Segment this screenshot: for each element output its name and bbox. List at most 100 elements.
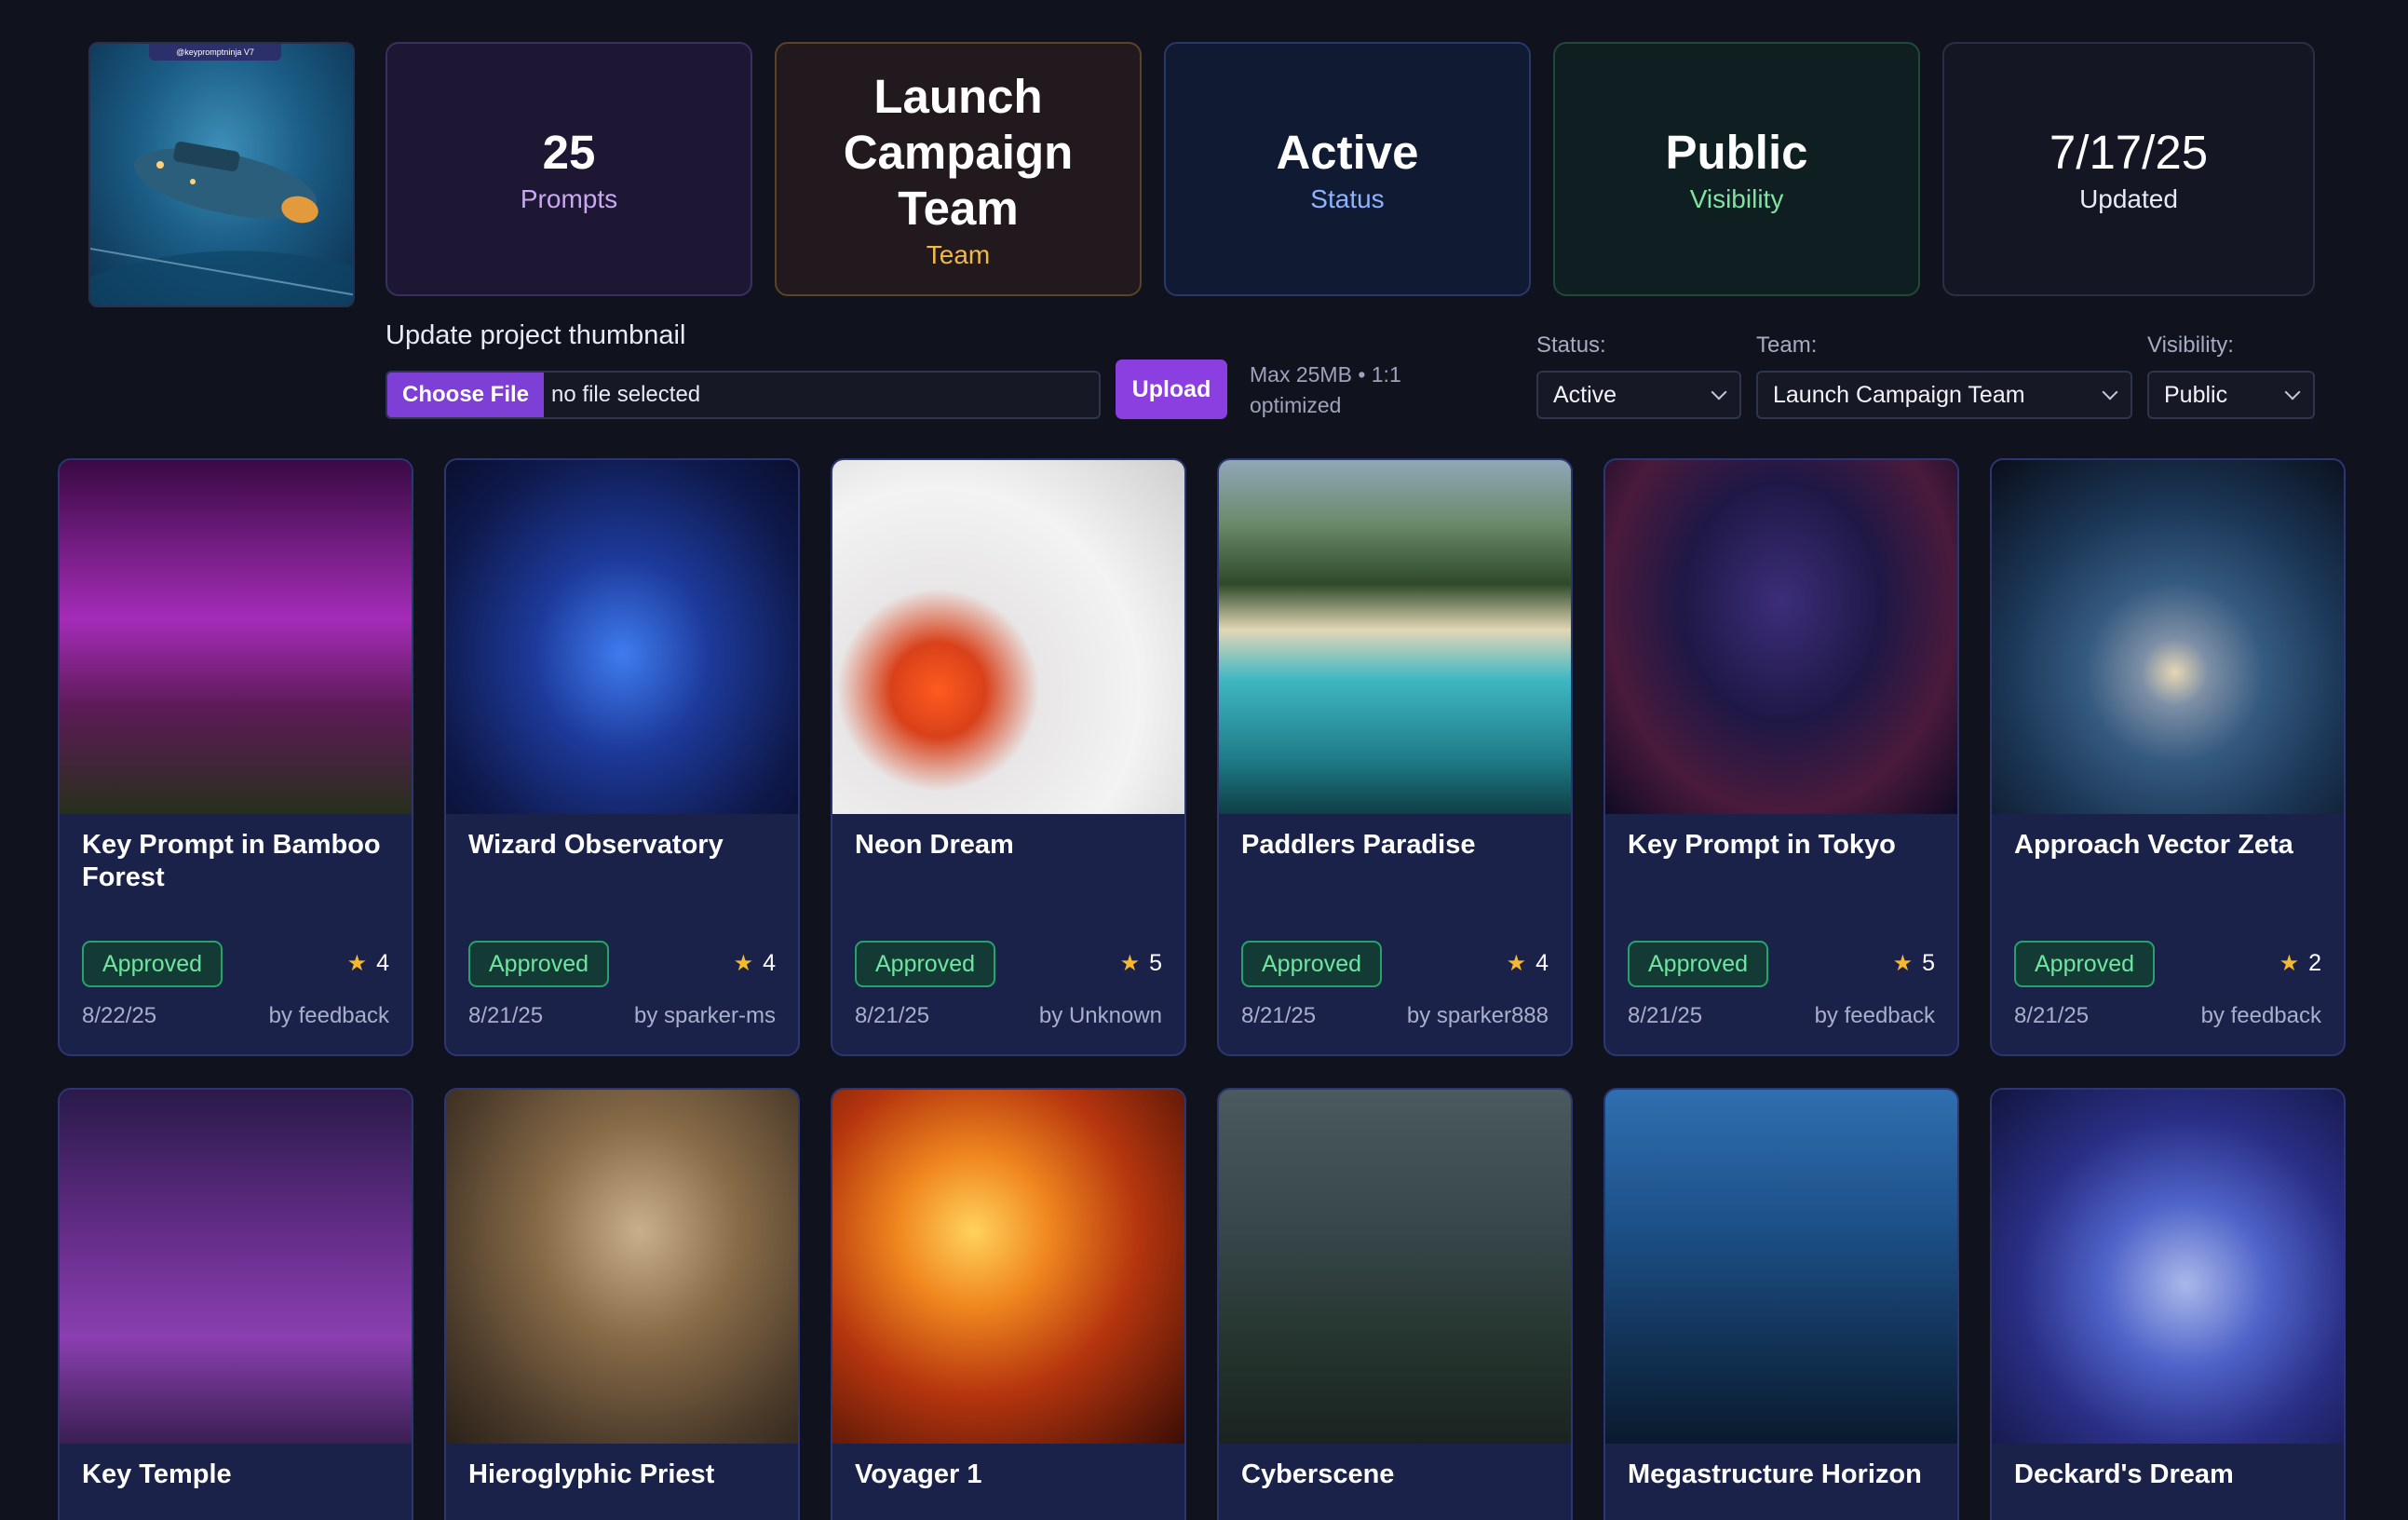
prompt-date: 8/21/25 (2014, 1003, 2090, 1028)
updated-label: Updated (2079, 183, 2178, 213)
prompt-card[interactable]: Deckard's Dream (1990, 1088, 2346, 1520)
visibility-select[interactable]: Public (2147, 371, 2315, 419)
prompt-date: 8/21/25 (855, 1003, 930, 1028)
chevron-down-icon (2102, 384, 2118, 400)
rating-value: 5 (1922, 950, 1935, 976)
visibility-value: Public (1665, 125, 1808, 179)
prompt-card[interactable]: Neon Dream Approved ★ 5 8/21/25 by Unknow… (831, 458, 1186, 1056)
visibility-filter-label: Visibility: (2147, 332, 2234, 358)
upload-limits-text: Max 25MB • 1:1 optimized (1250, 362, 1401, 417)
rating-value: 4 (376, 950, 389, 976)
prompt-title: Neon Dream (855, 830, 1014, 860)
prompt-image (446, 1090, 798, 1444)
star-icon: ★ (1892, 951, 1914, 976)
prompt-title: Deckard's Dream (2014, 1459, 2234, 1489)
prompt-card[interactable]: Cyberscene (1217, 1088, 1573, 1520)
status-badge: Approved (855, 941, 996, 987)
stat-prompts: 25 Prompts (386, 42, 752, 296)
prompt-image (832, 1090, 1184, 1444)
prompt-title: Voyager 1 (855, 1459, 982, 1489)
rating-value: 4 (1535, 950, 1549, 976)
status-value: Active (1276, 125, 1419, 179)
prompt-image (60, 460, 412, 814)
status-badge: Approved (82, 941, 223, 987)
choose-file-button[interactable]: Choose File (387, 373, 545, 417)
star-icon: ★ (346, 951, 368, 976)
prompt-author: by feedback (2200, 1003, 2321, 1028)
prompt-image (1992, 1090, 2344, 1444)
status-select-value: Active (1553, 381, 1617, 408)
prompt-card[interactable]: Key Prompt in Tokyo Approved ★ 5 8/21/25 … (1603, 458, 1959, 1056)
stat-visibility: Public Visibility (1553, 42, 1920, 296)
visibility-label: Visibility (1689, 183, 1784, 213)
prompt-title: Paddlers Paradise (1241, 830, 1476, 860)
stat-status: Active Status (1164, 42, 1531, 296)
prompt-title: Hieroglyphic Priest (468, 1459, 715, 1489)
prompt-card[interactable]: Paddlers Paradise Approved ★ 4 8/21/25 by… (1217, 458, 1573, 1056)
airship-illustration (90, 142, 353, 305)
updated-value: 7/17/25 (2049, 125, 2209, 179)
rating: ★ 4 (347, 950, 389, 977)
status-filter-label: Status: (1536, 332, 1606, 358)
upload-thumbnail-title: Update project thumbnail (386, 320, 686, 350)
prompt-card[interactable]: Approach Vector Zeta Approved ★ 2 8/21/25… (1990, 458, 2346, 1056)
rating-value: 4 (763, 950, 776, 976)
prompt-card[interactable]: Key Prompt in Bamboo Forest Approved ★ 4 … (58, 458, 413, 1056)
rating-value: 2 (2308, 950, 2321, 976)
status-badge: Approved (2014, 941, 2156, 987)
prompts-label: Prompts (520, 183, 618, 213)
prompt-author: by sparker-ms (633, 1003, 776, 1028)
rating: ★ 5 (1893, 950, 1935, 977)
chevron-down-icon (1711, 384, 1727, 400)
prompt-author: by feedback (1814, 1003, 1935, 1028)
project-thumbnail: @keypromptninja V7 (88, 42, 355, 307)
star-icon: ★ (2279, 951, 2300, 976)
prompt-card[interactable]: Megastructure Horizon (1603, 1088, 1959, 1520)
prompt-image (1219, 460, 1571, 814)
rating: ★ 2 (2279, 950, 2321, 977)
team-filter-label: Team: (1756, 332, 1818, 358)
thumbnail-file-input[interactable]: Choose File no file selected (386, 371, 1101, 419)
rating: ★ 5 (1120, 950, 1162, 977)
status-badge: Approved (1628, 941, 1769, 987)
rating-value: 5 (1149, 950, 1162, 976)
star-icon: ★ (733, 951, 754, 976)
prompt-date: 8/22/25 (82, 1003, 157, 1028)
rating: ★ 4 (734, 950, 776, 977)
prompts-count: 25 (542, 125, 596, 179)
status-select[interactable]: Active (1536, 371, 1741, 419)
rating: ★ 4 (1507, 950, 1549, 977)
prompt-title: Key Temple (82, 1459, 232, 1489)
prompt-card[interactable]: Hieroglyphic Priest (444, 1088, 800, 1520)
file-name-text: no file selected (551, 382, 701, 407)
prompt-image (1605, 460, 1957, 814)
prompt-author: by feedback (268, 1003, 389, 1028)
stat-updated: 7/17/25 Updated (1942, 42, 2315, 296)
prompt-card[interactable]: Wizard Observatory Approved ★ 4 8/21/25 b… (444, 458, 800, 1056)
prompt-title: Key Prompt in Bamboo Forest (82, 830, 381, 892)
prompt-title: Cyberscene (1241, 1459, 1395, 1489)
prompt-author: by sparker888 (1406, 1003, 1549, 1028)
visibility-select-value: Public (2164, 381, 2228, 408)
prompt-title: Approach Vector Zeta (2014, 830, 2293, 860)
prompt-card[interactable]: Key Temple (58, 1088, 413, 1520)
team-select[interactable]: Launch Campaign Team (1756, 371, 2132, 419)
status-label: Status (1310, 183, 1385, 213)
prompt-date: 8/21/25 (1241, 1003, 1317, 1028)
prompt-card[interactable]: Voyager 1 (831, 1088, 1186, 1520)
prompt-date: 8/21/25 (1628, 1003, 1703, 1028)
status-badge: Approved (1241, 941, 1383, 987)
status-badge: Approved (468, 941, 610, 987)
prompt-author: by Unknown (1038, 1003, 1162, 1028)
team-label: Team (926, 239, 991, 269)
upload-button[interactable]: Upload (1116, 360, 1227, 419)
team-value: Launch Campaign Team (843, 69, 1074, 235)
prompt-image (1219, 1090, 1571, 1444)
stat-team: Launch Campaign Team Team (775, 42, 1142, 296)
team-select-value: Launch Campaign Team (1773, 381, 2025, 408)
prompt-image (1992, 460, 2344, 814)
prompt-title: Megastructure Horizon (1628, 1459, 1922, 1489)
star-icon: ★ (1506, 951, 1527, 976)
prompt-title: Wizard Observatory (468, 830, 724, 860)
prompt-image (446, 460, 798, 814)
